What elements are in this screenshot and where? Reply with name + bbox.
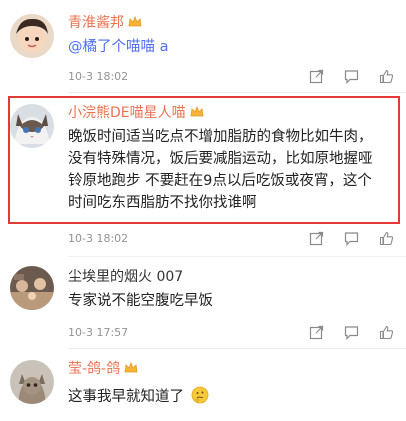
divider	[68, 348, 406, 349]
comment-icon[interactable]	[344, 325, 359, 340]
username-text[interactable]: 莹-鸽-鸽	[68, 361, 120, 377]
avatar[interactable]	[10, 360, 54, 404]
divider	[68, 92, 406, 93]
comment-text: 专家说不能空腹吃早饭	[68, 293, 213, 309]
highlight-box	[8, 96, 400, 224]
comment-item: 莹-鸽-鸽 这事我早就知道了	[0, 350, 406, 421]
share-icon[interactable]	[309, 231, 324, 246]
comment-username[interactable]: 莹-鸽-鸽	[68, 360, 138, 378]
like-icon[interactable]	[379, 231, 394, 246]
comment-actions	[294, 325, 394, 344]
comment-icon[interactable]	[344, 231, 359, 246]
comment-text: 这事我早就知道了	[68, 386, 388, 408]
comment-actions	[294, 231, 394, 250]
comment-actions	[294, 69, 394, 88]
verified-crown-icon	[124, 361, 138, 373]
comment-item: 青淮酱邦 @橘了个喵喵 a 10-3 18:02	[0, 0, 406, 96]
comment-time: 10-3 18:02	[68, 232, 129, 245]
comment-time: 10-3 17:57	[68, 326, 129, 339]
comment-time: 10-3 18:02	[68, 70, 129, 83]
username-text[interactable]: 青淮酱邦	[68, 15, 124, 31]
share-icon[interactable]	[309, 325, 324, 340]
comment-username[interactable]: 尘埃里的烟火 007	[68, 268, 183, 286]
mention-link[interactable]: @橘了个喵喵 a	[68, 39, 169, 55]
share-icon[interactable]	[309, 69, 324, 84]
comment-text-content: 这事我早就知道了	[68, 389, 184, 405]
divider	[68, 256, 406, 257]
like-icon[interactable]	[379, 69, 394, 84]
thinking-emoji-icon	[191, 386, 209, 404]
comment-username[interactable]: 青淮酱邦	[68, 14, 142, 32]
comment-text: @橘了个喵喵 a	[68, 36, 388, 58]
comment-item: 尘埃里的烟火 007 专家说不能空腹吃早饭 10-3 17:57	[0, 258, 406, 350]
like-icon[interactable]	[379, 325, 394, 340]
avatar[interactable]	[10, 266, 54, 310]
verified-crown-icon	[128, 15, 142, 27]
avatar[interactable]	[10, 14, 54, 58]
comment-icon[interactable]	[344, 69, 359, 84]
username-text[interactable]: 尘埃里的烟火 007	[68, 269, 183, 285]
